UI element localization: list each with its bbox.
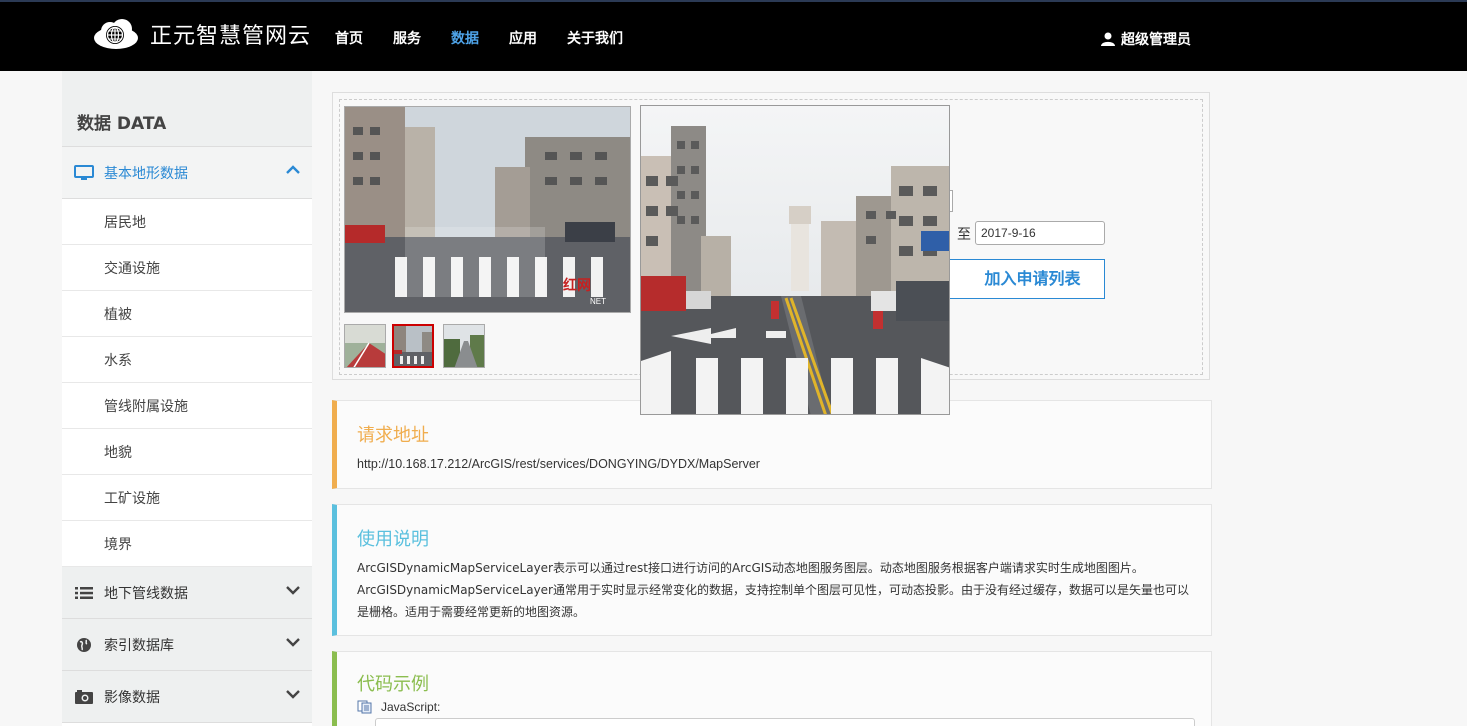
code-language-row: JavaScript: (357, 700, 1191, 714)
date-range-separator: 至 (957, 227, 971, 243)
chevron-up-icon (286, 165, 300, 174)
chevron-down-icon (286, 638, 300, 647)
sidebar-title: 数据 DATA (62, 71, 312, 147)
usage-title: 使用说明 (357, 529, 429, 550)
sidebar-group-label: 索引数据库 (104, 637, 174, 654)
sidebar-item-vegetation[interactable]: 植被 (62, 291, 312, 337)
main-nav: 首页 服务 数据 应用 关于我们 (335, 28, 653, 48)
user-name: 超级管理员 (1121, 32, 1191, 48)
date-to-input[interactable]: 2017-9-16 (975, 221, 1105, 245)
monitor-icon (74, 164, 94, 181)
code-language-label: JavaScript: (381, 700, 441, 714)
sidebar-item-transport[interactable]: 交通设施 (62, 245, 312, 291)
watermark: 红网 (563, 277, 591, 294)
request-url-value: http://10.168.17.212/ArcGIS/rest/service… (357, 457, 760, 471)
sidebar-item-landform[interactable]: 地貌 (62, 429, 312, 475)
camera-icon (74, 689, 94, 705)
sidebar-group-label: 地下管线数据 (104, 585, 188, 602)
sidebar-group-label: 基本地形数据 (104, 165, 188, 182)
gallery-thumb-2[interactable] (392, 324, 434, 368)
brand-name: 正元智慧管网云 (150, 24, 312, 49)
user-icon (1101, 32, 1115, 46)
globe-icon (74, 637, 94, 653)
nav-data[interactable]: 数据 (451, 28, 479, 48)
sidebar-group-basic-terrain[interactable]: 基本地形数据 (62, 147, 312, 199)
nav-about[interactable]: 关于我们 (567, 28, 623, 48)
user-menu[interactable]: 超级管理员 (1101, 29, 1191, 49)
sidebar: 数据 DATA 基本地形数据 居民地 交通设施 植被 水系 管线附属设施 地貌 … (62, 71, 312, 726)
copy-icon[interactable] (357, 700, 373, 714)
cloud-globe-icon (94, 19, 138, 49)
image-zoom-preview (640, 105, 950, 415)
code-example-title: 代码示例 (357, 674, 429, 695)
add-to-application-button[interactable]: 加入申请列表 (940, 259, 1105, 299)
sidebar-group-label: 影像数据 (104, 689, 160, 706)
sidebar-item-industrial[interactable]: 工矿设施 (62, 475, 312, 521)
top-navbar: 正元智慧管网云 首页 服务 数据 应用 关于我们 超级管理员 (0, 0, 1467, 71)
list-icon (74, 585, 94, 601)
usage-panel: 使用说明 ArcGISDynamicMapServiceLayer表示可以通过r… (332, 504, 1212, 636)
nav-services[interactable]: 服务 (393, 28, 421, 48)
code-example-panel: 代码示例 JavaScript: (332, 651, 1212, 726)
gallery-main-image[interactable]: 红网 NET (344, 106, 631, 313)
chevron-down-icon (286, 690, 300, 699)
nav-apps[interactable]: 应用 (509, 28, 537, 48)
sidebar-item-water[interactable]: 水系 (62, 337, 312, 383)
gallery-thumb-3[interactable] (443, 324, 485, 368)
chevron-down-icon (286, 586, 300, 595)
request-url-title: 请求地址 (357, 425, 429, 446)
usage-text: ArcGISDynamicMapServiceLayer表示可以通过rest接口… (357, 561, 1189, 619)
sidebar-item-pipeline-facilities[interactable]: 管线附属设施 (62, 383, 312, 429)
sidebar-group-imagery[interactable]: 影像数据 (62, 671, 312, 723)
sidebar-group-underground-pipeline[interactable]: 地下管线数据 (62, 567, 312, 619)
nav-home[interactable]: 首页 (335, 28, 363, 48)
sidebar-group-index-database[interactable]: 索引数据库 (62, 619, 312, 671)
watermark-sub: NET (590, 297, 606, 306)
sidebar-item-residential[interactable]: 居民地 (62, 199, 312, 245)
brand-logo[interactable]: 正元智慧管网云 (92, 18, 311, 50)
gallery-thumb-1[interactable] (344, 324, 386, 368)
code-block[interactable] (375, 718, 1195, 726)
sidebar-item-boundary[interactable]: 境界 (62, 521, 312, 567)
